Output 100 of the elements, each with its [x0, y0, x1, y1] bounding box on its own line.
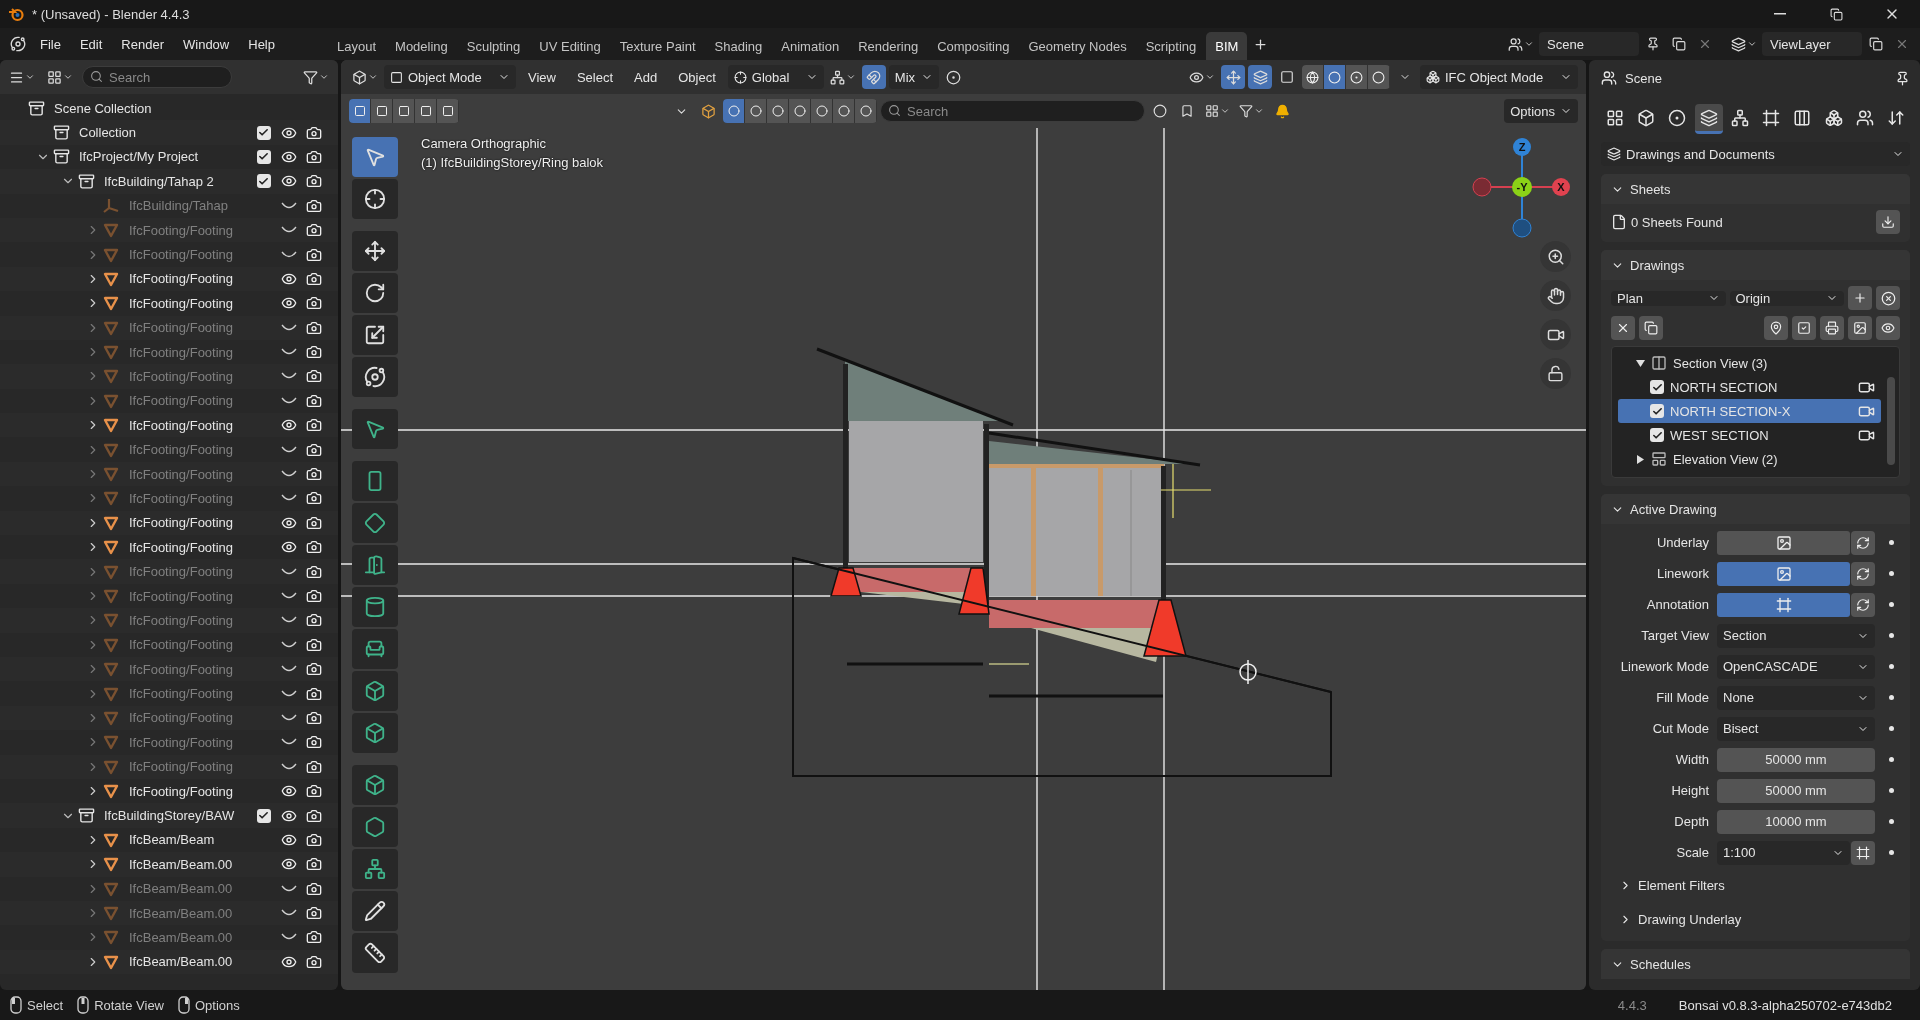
- menu-item[interactable]: Render: [112, 31, 173, 57]
- workspace-tab[interactable]: Animation: [772, 31, 849, 61]
- category-dropdown[interactable]: Drawings and Documents: [1601, 142, 1910, 166]
- viewport-menu-item[interactable]: Add: [625, 64, 667, 90]
- item-name: IfcFooting/Footing: [129, 515, 235, 531]
- dropdown-field[interactable]: OpenCASCADE: [1717, 654, 1875, 679]
- orientation-dropdown[interactable]: Global: [727, 65, 824, 89]
- workspace-tab[interactable]: BIM: [1206, 31, 1248, 61]
- dropdown-field[interactable]: None: [1717, 685, 1875, 710]
- field-label: Linework: [1655, 566, 1709, 581]
- item-name: IfcFooting/Footing: [129, 320, 235, 336]
- panel-title: Active Drawing: [1630, 501, 1718, 517]
- dropdown-field[interactable]: 1:100: [1717, 840, 1850, 865]
- item-name: IfcFooting/Footing: [129, 734, 235, 750]
- item-name: IfcBuilding/Tahap 2: [104, 173, 215, 189]
- options-dropdown[interactable]: Options: [1504, 99, 1578, 123]
- item-name: IfcFooting/Footing: [129, 344, 235, 360]
- field-label: Target View: [1640, 628, 1709, 643]
- field-label: Fill Mode: [1655, 690, 1709, 705]
- subpanel-title[interactable]: Drawing Underlay: [1638, 911, 1900, 927]
- addon-version-text: Bonsai v0.8.3-alpha250702-e743db2: [1678, 997, 1892, 1013]
- item-name: IfcBeam/Beam.00: [129, 905, 234, 921]
- viewport-menu-item[interactable]: View: [519, 64, 565, 90]
- item-name: IfcFooting/Footing: [129, 417, 235, 433]
- subpanel-title[interactable]: Element Filters: [1638, 877, 1900, 893]
- context-title: Scene: [1625, 70, 1663, 86]
- item-name: IfcBeam/Beam: [129, 832, 216, 848]
- workspace-tab[interactable]: Rendering: [849, 31, 928, 61]
- item-name: IfcFooting/Footing: [129, 759, 235, 775]
- field-label: Depth: [1673, 814, 1709, 829]
- menu-item[interactable]: Edit: [70, 31, 112, 57]
- search-field[interactable]: Search: [880, 100, 1146, 122]
- drawing-list-row[interactable]: NORTH SECTION-X: [1618, 399, 1881, 423]
- number-field[interactable]: 50000 mm: [1717, 747, 1875, 772]
- viewport-menu-item[interactable]: Select: [567, 64, 623, 90]
- item-name: IfcFooting/Footing: [129, 271, 235, 287]
- workspace-tab[interactable]: Geometry Nodes: [1019, 31, 1136, 61]
- item-name: IfcFooting/Footing: [129, 369, 235, 384]
- ifc-mode-dropdown[interactable]: IFC Object Mode: [1420, 65, 1578, 89]
- field-label: Cut Mode: [1651, 721, 1709, 736]
- item-name: IfcFooting/Footing: [129, 442, 235, 458]
- drawing-type-dropdown[interactable]: Plan: [1611, 290, 1726, 306]
- item-name: IfcFooting/Footing: [129, 295, 235, 311]
- drawing-name: Section View (3): [1673, 355, 1769, 371]
- item-name: IfcBeam/Beam.00: [129, 856, 234, 872]
- panel-title: Sheets: [1630, 181, 1672, 197]
- workspace-tab[interactable]: Compositing: [928, 31, 1019, 61]
- version-text: 4.4.3: [1617, 997, 1647, 1013]
- workspace-tab[interactable]: Layout: [328, 31, 386, 61]
- item-name: IfcFooting/Footing: [129, 466, 235, 482]
- drawing-list-row[interactable]: WEST SECTION: [1618, 423, 1881, 447]
- menu-item[interactable]: File: [31, 31, 70, 57]
- view-layer-field[interactable]: ViewLayer: [1762, 32, 1862, 56]
- drawing-list-row[interactable]: Elevation View (2): [1618, 447, 1881, 471]
- item-name: IfcFooting/Footing: [129, 686, 235, 702]
- workspace-tab[interactable]: Sculpting: [457, 31, 530, 61]
- viewport-info-text: Camera Orthographic: [421, 136, 547, 151]
- item-name: IfcFooting/Footing: [129, 539, 235, 555]
- dropdown-field[interactable]: Section: [1717, 623, 1875, 648]
- drawing-list-row[interactable]: NORTH SECTION: [1618, 375, 1881, 399]
- workspace-tab[interactable]: Scripting: [1136, 31, 1206, 61]
- field-label: Height: [1670, 783, 1709, 798]
- drawing-name: NORTH SECTION-X: [1670, 403, 1792, 419]
- drawing-name: NORTH SECTION: [1670, 379, 1779, 395]
- workspace-tab[interactable]: Texture Paint: [610, 31, 705, 61]
- origin-dropdown[interactable]: Origin: [1729, 290, 1844, 306]
- item-name: IfcFooting/Footing: [129, 393, 235, 409]
- item-name: IfcFooting/Footing: [129, 490, 235, 506]
- field-label: Annotation: [1645, 597, 1709, 612]
- status-hint: Rotate View: [94, 997, 164, 1013]
- mode-dropdown[interactable]: Object Mode: [384, 65, 516, 89]
- field-label: Width: [1674, 752, 1709, 767]
- panel-title: Drawings: [1630, 257, 1686, 273]
- snap-target-dropdown[interactable]: Mix: [888, 65, 939, 89]
- axis-label: X: [1556, 180, 1566, 194]
- number-field[interactable]: 50000 mm: [1717, 778, 1875, 803]
- menu-item[interactable]: Help: [239, 31, 284, 57]
- scene-name-field[interactable]: Scene: [1539, 32, 1639, 56]
- workspace-tab[interactable]: Shading: [705, 31, 772, 61]
- search-field[interactable]: Search: [82, 66, 232, 88]
- field-label: Linework Mode: [1619, 659, 1709, 674]
- item-name: IfcFooting/Footing: [129, 564, 235, 580]
- workspace-tab[interactable]: Modeling: [386, 31, 457, 61]
- drawing-list-row[interactable]: Section View (3): [1618, 351, 1881, 375]
- menu-item[interactable]: Window: [174, 31, 239, 57]
- status-hint: Options: [195, 997, 240, 1013]
- viewport-menu-item[interactable]: Object: [669, 64, 725, 90]
- item-name: IfcFooting/Footing: [129, 222, 235, 238]
- item-name: Collection: [79, 125, 138, 141]
- item-name: IfcFooting/Footing: [129, 612, 235, 628]
- dropdown-field[interactable]: Bisect: [1717, 716, 1875, 741]
- item-name: IfcBeam/Beam.00: [129, 929, 234, 945]
- item-name: IfcFooting/Footing: [129, 247, 235, 263]
- item-name: IfcFooting/Footing: [129, 588, 235, 604]
- drawing-name: WEST SECTION: [1670, 427, 1770, 443]
- window-title: * (Unsaved) - Blender 4.4.3: [32, 6, 191, 22]
- workspace-tab[interactable]: UV Editing: [530, 31, 610, 61]
- number-field[interactable]: 10000 mm: [1717, 809, 1875, 834]
- viewport-info-text: (1) IfcBuildingStorey/Ring balok: [421, 155, 604, 170]
- item-name: IfcBuilding/Tahap: [129, 198, 229, 214]
